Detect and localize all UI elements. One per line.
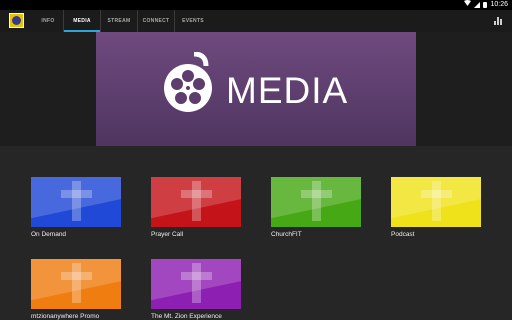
- tile-thumbnail: [31, 259, 121, 309]
- tab-connect[interactable]: CONNECT: [137, 10, 174, 32]
- tile-label: Prayer Call: [151, 231, 184, 238]
- app-logo-icon[interactable]: [9, 13, 24, 28]
- tile-podcast[interactable]: Podcast: [391, 177, 481, 238]
- chart-icon[interactable]: [494, 17, 502, 25]
- tile-thumbnail: [391, 177, 481, 227]
- film-reel-icon: [164, 52, 212, 112]
- tab-bar: INFO MEDIA STREAM CONNECT EVENTS: [33, 10, 211, 32]
- tile-label: On Demand: [31, 231, 67, 238]
- status-bar: 10:26: [0, 0, 512, 10]
- tile-on-demand[interactable]: On Demand: [31, 177, 121, 238]
- battery-icon: [483, 2, 488, 8]
- tile-label: mtzionanywhere Promo: [31, 313, 100, 320]
- tile-label: The Mt. Zion Experience: [151, 313, 222, 320]
- tile-mt-zion-experience[interactable]: The Mt. Zion Experience: [151, 259, 241, 320]
- tile-thumbnail: [151, 259, 241, 309]
- tile-thumbnail: [151, 177, 241, 227]
- tile-thumbnail: [31, 177, 121, 227]
- tab-media[interactable]: MEDIA: [63, 10, 100, 32]
- tile-prayer-call[interactable]: Prayer Call: [151, 177, 241, 238]
- tile-churchfit[interactable]: ChurchFIT: [271, 177, 361, 238]
- app-bar: INFO MEDIA STREAM CONNECT EVENTS: [0, 10, 512, 32]
- tab-info[interactable]: INFO: [33, 10, 63, 32]
- tile-label: ChurchFIT: [271, 231, 302, 238]
- tile-label: Podcast: [391, 231, 415, 238]
- banner-title: MEDIA: [226, 70, 349, 111]
- signal-icon: [474, 2, 481, 8]
- tile-mtzionanywhere-promo[interactable]: mtzionanywhere Promo: [31, 259, 121, 320]
- status-time: 10:26: [490, 1, 508, 8]
- tab-stream[interactable]: STREAM: [100, 10, 137, 32]
- tile-thumbnail: [271, 177, 361, 227]
- wifi-icon: [464, 0, 472, 10]
- tab-events[interactable]: EVENTS: [174, 10, 211, 32]
